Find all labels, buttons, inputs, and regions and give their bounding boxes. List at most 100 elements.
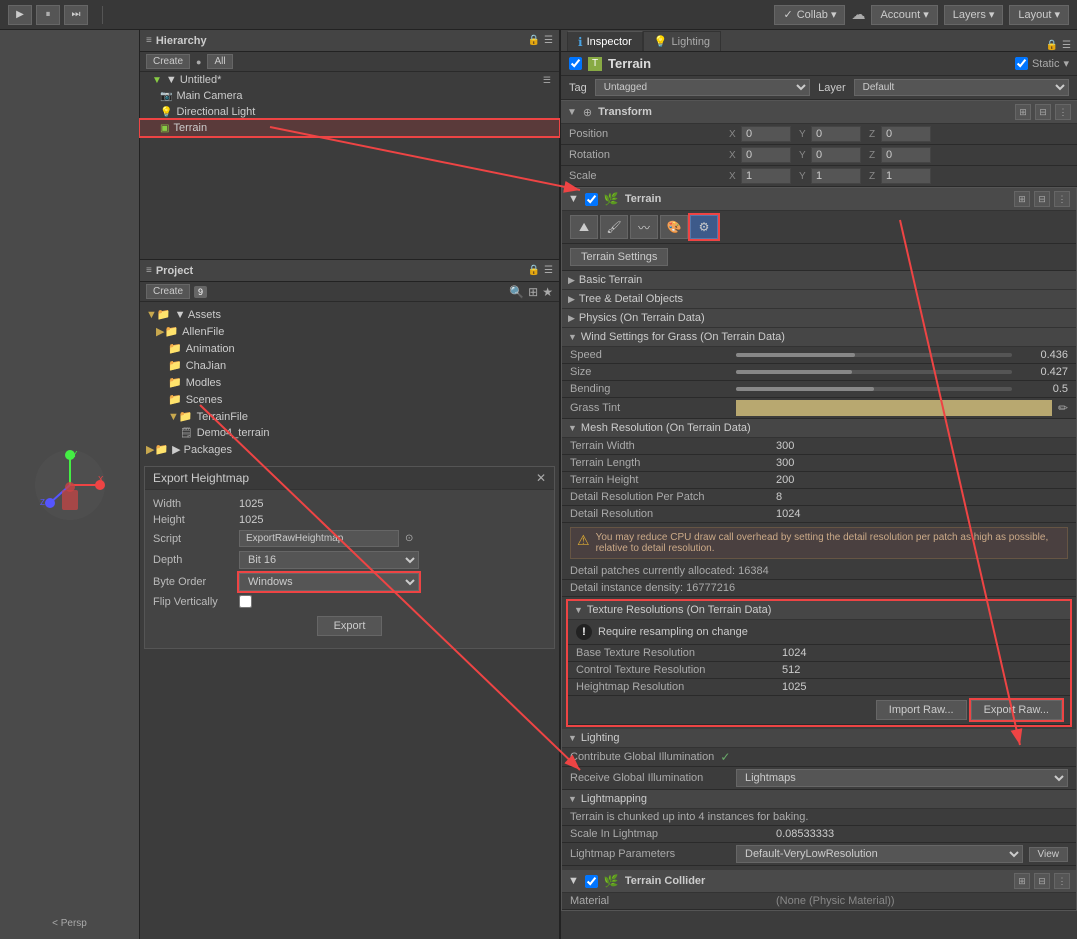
layers-button[interactable]: Layers ▾ bbox=[944, 5, 1004, 25]
filter-icon[interactable]: ⊞ bbox=[528, 285, 538, 299]
receive-illum-select[interactable]: Lightmaps bbox=[736, 769, 1068, 787]
wind-settings-header[interactable]: ▼ Wind Settings for Grass (On Terrain Da… bbox=[562, 328, 1076, 347]
export-popup-close-button[interactable]: ✕ bbox=[536, 471, 546, 485]
tab-inspector[interactable]: ℹ Inspector bbox=[567, 31, 643, 51]
tree-item-animation[interactable]: 📁 Animation bbox=[140, 340, 559, 357]
rot-x-input[interactable] bbox=[741, 147, 791, 163]
cloud-icon[interactable]: ☁ bbox=[851, 6, 865, 23]
hierarchy-menu-icon[interactable]: ≡ bbox=[146, 35, 152, 46]
tree-item-packages[interactable]: ▶📁 ▶ Packages bbox=[140, 441, 559, 458]
hierarchy-item-terrain[interactable]: ▣ Terrain bbox=[140, 120, 559, 136]
terrain-collider-icon1[interactable]: ⊞ bbox=[1014, 873, 1030, 889]
tree-item-allenfile[interactable]: ▶📁 AllenFile bbox=[140, 323, 559, 340]
terrain-collider-icon2[interactable]: ⊟ bbox=[1034, 873, 1050, 889]
grass-tint-swatch[interactable] bbox=[736, 400, 1052, 416]
terrain-tool-paint-texture[interactable]: 🎨 bbox=[660, 215, 688, 239]
export-script-browse[interactable]: ⊙ bbox=[405, 533, 413, 544]
export-raw-button[interactable]: Export Raw... bbox=[971, 700, 1062, 720]
static-dropdown-icon[interactable]: ▾ bbox=[1063, 57, 1069, 70]
export-button[interactable]: Export bbox=[317, 616, 383, 636]
terrain-tool-raise[interactable]: ⛰ bbox=[570, 215, 598, 239]
project-menu-icon[interactable]: ≡ bbox=[146, 265, 152, 276]
static-checkbox[interactable] bbox=[1015, 57, 1028, 70]
scale-x-input[interactable] bbox=[741, 168, 791, 184]
terrain-comp-icon1[interactable]: ⊞ bbox=[1014, 191, 1030, 207]
rot-z-input[interactable] bbox=[881, 147, 931, 163]
collab-button[interactable]: ✓ Collab ▾ bbox=[774, 5, 845, 25]
layout-button[interactable]: Layout ▾ bbox=[1009, 5, 1069, 25]
terrain-comp-icon2[interactable]: ⊟ bbox=[1034, 191, 1050, 207]
layer-select[interactable]: Default bbox=[854, 79, 1069, 96]
inspector-lock-icon[interactable]: 🔒 bbox=[1046, 40, 1058, 51]
star-icon[interactable]: ★ bbox=[542, 285, 553, 299]
hierarchy-options-icon[interactable]: ☰ bbox=[544, 35, 553, 46]
lighting-section-header[interactable]: ▼ Lighting bbox=[562, 729, 1076, 748]
hierarchy-lock-icon[interactable]: 🔒 bbox=[528, 35, 540, 46]
export-flip-checkbox[interactable] bbox=[239, 595, 252, 608]
terrain-tool-settings[interactable]: ⚙ bbox=[690, 215, 718, 239]
scale-z-input[interactable] bbox=[881, 168, 931, 184]
main-camera-label: Main Camera bbox=[176, 90, 242, 102]
terrain-collider-icon3[interactable]: ⋮ bbox=[1054, 873, 1070, 889]
terrain-tool-paint-height[interactable]: 🖌 bbox=[600, 215, 628, 239]
bending-slider-track[interactable] bbox=[736, 387, 1012, 391]
hierarchy-item-untitled[interactable]: ▼ ▼ Untitled* ☰ bbox=[140, 72, 559, 88]
transform-icon2[interactable]: ⊟ bbox=[1035, 104, 1051, 120]
tree-item-scenes[interactable]: 📁 Scenes bbox=[140, 391, 559, 408]
terrain-component-header[interactable]: ▼ 🌿 Terrain ⊞ ⊟ ⋮ bbox=[562, 188, 1076, 211]
pos-x-input[interactable] bbox=[741, 126, 791, 142]
terrain-comp-icon3[interactable]: ⋮ bbox=[1054, 191, 1070, 207]
basic-terrain-header[interactable]: ▶ Basic Terrain bbox=[562, 271, 1076, 290]
texture-res-header[interactable]: ▼ Texture Resolutions (On Terrain Data) bbox=[568, 601, 1070, 620]
scene-view[interactable]: X Y Z < Persp bbox=[0, 30, 139, 939]
size-row: Size 0.427 bbox=[562, 364, 1076, 381]
object-active-checkbox[interactable] bbox=[569, 57, 582, 70]
inspector-menu-icon[interactable]: ☰ bbox=[1062, 40, 1071, 51]
hierarchy-item-main-camera[interactable]: 📷 Main Camera bbox=[140, 88, 559, 104]
hierarchy-untitled-menu[interactable]: ☰ bbox=[543, 75, 551, 86]
import-raw-button[interactable]: Import Raw... bbox=[876, 700, 967, 720]
step-button[interactable]: ⏭ bbox=[64, 5, 88, 25]
terrain-component-checkbox[interactable] bbox=[585, 193, 598, 206]
tab-lighting[interactable]: 💡 Lighting bbox=[643, 31, 721, 51]
tree-detail-header[interactable]: ▶ Tree & Detail Objects bbox=[562, 290, 1076, 309]
project-options-icon[interactable]: ☰ bbox=[544, 265, 553, 276]
lightmapping-header[interactable]: ▼ Lightmapping bbox=[562, 790, 1076, 809]
export-depth-select[interactable]: Bit 16 Bit 8 bbox=[239, 551, 419, 569]
tree-item-modles[interactable]: 📁 Modles bbox=[140, 374, 559, 391]
hierarchy-all-button[interactable]: All bbox=[207, 54, 232, 69]
account-button[interactable]: Account ▾ bbox=[871, 5, 937, 25]
lightmap-view-button[interactable]: View bbox=[1029, 847, 1069, 862]
terrain-tool-smooth[interactable]: 〰 bbox=[630, 215, 658, 239]
search-icon[interactable]: 🔍 bbox=[509, 285, 524, 299]
physics-header[interactable]: ▶ Physics (On Terrain Data) bbox=[562, 309, 1076, 328]
terrain-collider-header[interactable]: ▼ 🌿 Terrain Collider ⊞ ⊟ ⋮ bbox=[562, 870, 1076, 893]
play-button[interactable]: ▶ bbox=[8, 5, 32, 25]
pos-z-input[interactable] bbox=[881, 126, 931, 142]
tag-select[interactable]: Untagged bbox=[595, 79, 810, 96]
project-lock-icon[interactable]: 🔒 bbox=[528, 265, 540, 276]
grass-tint-edit-icon[interactable]: ✏ bbox=[1058, 401, 1068, 415]
mesh-resolution-header[interactable]: ▼ Mesh Resolution (On Terrain Data) bbox=[562, 419, 1076, 438]
size-slider-track[interactable] bbox=[736, 370, 1012, 374]
hierarchy-create-button[interactable]: Create bbox=[146, 54, 190, 69]
pause-button[interactable]: ⏸ bbox=[36, 5, 60, 25]
terrain-collider-checkbox[interactable] bbox=[585, 875, 598, 888]
tree-item-chajian[interactable]: 📁 ChaJian bbox=[140, 357, 559, 374]
export-byte-order-select[interactable]: Windows Mac bbox=[239, 573, 419, 591]
transform-icon3[interactable]: ⋮ bbox=[1055, 104, 1071, 120]
tree-item-assets[interactable]: ▼📁 ▼ Assets bbox=[140, 306, 559, 323]
terrain-settings-button[interactable]: Terrain Settings bbox=[570, 248, 668, 266]
pos-y-input[interactable] bbox=[811, 126, 861, 142]
scale-y-input[interactable] bbox=[811, 168, 861, 184]
export-script-input[interactable] bbox=[239, 530, 399, 547]
rot-y-input[interactable] bbox=[811, 147, 861, 163]
project-create-button[interactable]: Create bbox=[146, 284, 190, 299]
hierarchy-item-directional-light[interactable]: 💡 Directional Light bbox=[140, 104, 559, 120]
tree-item-terrainfile[interactable]: ▼📁 TerrainFile bbox=[140, 408, 559, 425]
tree-item-demo4[interactable]: 🗒 Demo4_terrain bbox=[140, 425, 559, 441]
speed-slider-track[interactable] bbox=[736, 353, 1012, 357]
transform-header[interactable]: ▼ ⊕ Transform ⊞ ⊟ ⋮ bbox=[561, 100, 1077, 124]
transform-icon1[interactable]: ⊞ bbox=[1015, 104, 1031, 120]
lightmap-params-select[interactable]: Default-VeryLowResolution bbox=[736, 845, 1023, 863]
